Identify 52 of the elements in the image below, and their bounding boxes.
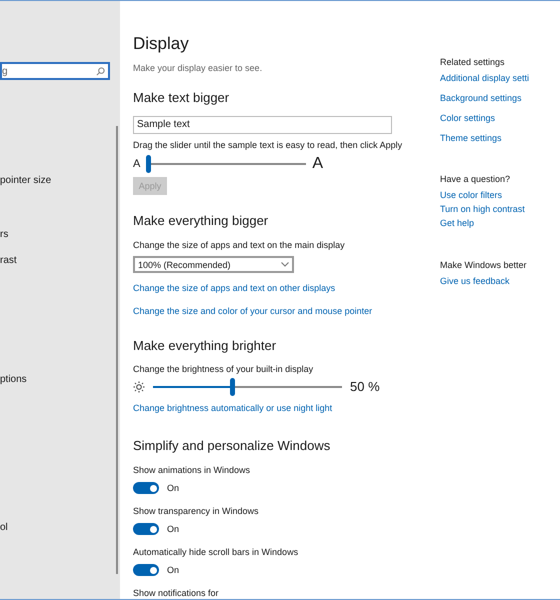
toggle-switch[interactable]: [133, 523, 159, 535]
related-link[interactable]: Additional display setti: [440, 73, 560, 84]
toggle-label: Show transparency in Windows: [133, 505, 260, 517]
section-heading: Make text bigger: [133, 90, 230, 106]
page-title: Display: [133, 34, 190, 54]
sun-icon: [133, 381, 145, 393]
section-heading: Make everything bigger: [133, 213, 270, 229]
group-heading: Have a question?: [440, 174, 512, 185]
brightness-reading: 50 %: [350, 381, 380, 393]
sidebar-item[interactable]: ptions: [0, 374, 116, 386]
sidebar-item[interactable]: pointer size: [0, 175, 116, 187]
dropdown-value: 100% (Recommended): [138, 258, 231, 270]
settings-link[interactable]: Change the size and color of your cursor and mouse pointer: [133, 305, 436, 317]
settings-link[interactable]: Change the size of apps and text on other displays: [133, 282, 436, 294]
toggle-label: Automatically hide scroll bars in Windows: [133, 546, 300, 558]
slider-thumb[interactable]: [230, 378, 235, 396]
sidebar-item[interactable]: rs: [0, 229, 116, 241]
large-a-label: A: [312, 155, 324, 173]
toggle-label: Show animations in Windows: [133, 464, 252, 476]
small-a-label: A: [133, 158, 140, 170]
search-field[interactable]: g: [0, 62, 110, 80]
search-input[interactable]: g: [2, 64, 62, 78]
toggle-switch[interactable]: [133, 564, 159, 576]
scale-label: Change the size of apps and text on the main display: [133, 239, 346, 251]
slider-thumb[interactable]: [146, 155, 152, 173]
settings-link[interactable]: Change brightness automatically or use night light: [133, 402, 436, 414]
toggle-state: On: [167, 564, 180, 576]
related-link[interactable]: Background settings: [440, 93, 560, 104]
page-subtitle: Make your display easier to see.: [133, 62, 264, 74]
group-heading: Related settings: [440, 57, 506, 68]
toggle-switch[interactable]: [133, 482, 159, 494]
related-link[interactable]: Theme settings: [440, 133, 560, 144]
toggle-state: On: [167, 482, 180, 494]
scale-dropdown[interactable]: 100% (Recommended): [133, 256, 294, 273]
section-heading: Simplify and personalize Windows: [133, 438, 332, 454]
section-heading: Make everything brighter: [133, 338, 278, 354]
chevron-down-icon: [281, 262, 289, 267]
related-link[interactable]: Turn on high contrast: [440, 204, 560, 215]
setting-label: Show notifications for: [133, 587, 220, 599]
brightness-label: Change the brightness of your built-in display: [133, 363, 314, 375]
sidebar-item[interactable]: rast: [0, 255, 116, 267]
sample-text-field[interactable]: Sample text: [133, 116, 392, 134]
sidebar-item[interactable]: ol: [0, 522, 116, 534]
related-link[interactable]: Get help: [440, 218, 560, 229]
group-heading: Make Windows better: [440, 260, 528, 271]
related-link[interactable]: Color settings: [440, 113, 560, 124]
sample-text: Sample text: [137, 119, 190, 131]
toggle-state: On: [167, 523, 180, 535]
related-link[interactable]: Give us feedback: [440, 276, 560, 287]
slider-hint: Drag the slider until the sample text is easy to read, then click Apply: [133, 139, 404, 151]
related-link[interactable]: Use color filters: [440, 190, 560, 201]
search-icon: [96, 66, 105, 76]
